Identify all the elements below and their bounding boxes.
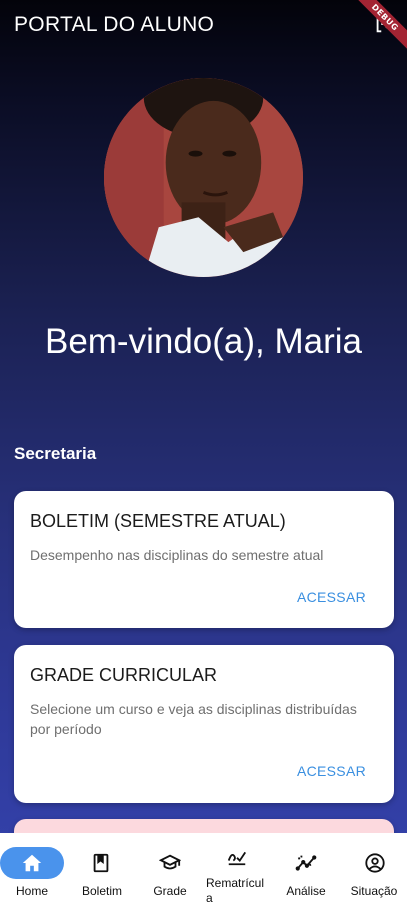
nav-item-boletim[interactable]: Boletim [68, 833, 136, 909]
section-title: Secretaria [14, 444, 97, 463]
nav-label: Home [15, 884, 48, 898]
card-description: Desempenho nas disciplinas do semestre a… [30, 547, 324, 563]
account-circle-icon [365, 853, 385, 873]
bottom-navigation: Home Boletim Grade Rematrícula Análise S… [0, 833, 407, 909]
nav-item-rematricula[interactable]: Rematrícula [202, 833, 270, 909]
avatar [104, 78, 303, 277]
app-title: PORTAL DO ALUNO [14, 13, 215, 36]
nav-label: Rematrícula [206, 876, 265, 905]
analytics-icon [295, 855, 317, 871]
grade-curricular-card: GRADE CURRICULAR Selecione um curso e ve… [14, 645, 394, 803]
welcome-heading: Bem-vindo(a), Maria [44, 322, 363, 361]
nav-label: Análise [286, 884, 326, 898]
graduation-cap-icon [159, 854, 181, 870]
nav-item-home[interactable]: Home [0, 833, 68, 909]
card-title: GRADE CURRICULAR [30, 665, 218, 685]
grade-access-button[interactable]: ACESSAR [297, 763, 366, 779]
boletim-card: BOLETIM (SEMESTRE ATUAL) Desempenho nas … [14, 491, 394, 628]
boletim-access-button[interactable]: ACESSAR [297, 589, 366, 605]
home-icon [22, 854, 42, 872]
logout-icon[interactable] [373, 13, 395, 35]
nav-item-grade[interactable]: Grade [136, 833, 204, 909]
nav-label: Grade [153, 884, 187, 898]
nav-label: Boletim [81, 884, 122, 898]
card-title: BOLETIM (SEMESTRE ATUAL) [30, 511, 286, 531]
nav-label: Situação [350, 884, 398, 898]
card-description: Selecione um curso e veja as disciplinas… [30, 701, 357, 737]
signature-icon [227, 851, 247, 866]
nav-item-situacao[interactable]: Situação [340, 833, 407, 909]
nav-item-analise[interactable]: Análise [272, 833, 340, 909]
bookmark-icon [93, 853, 109, 873]
avatar-photo [104, 78, 303, 277]
